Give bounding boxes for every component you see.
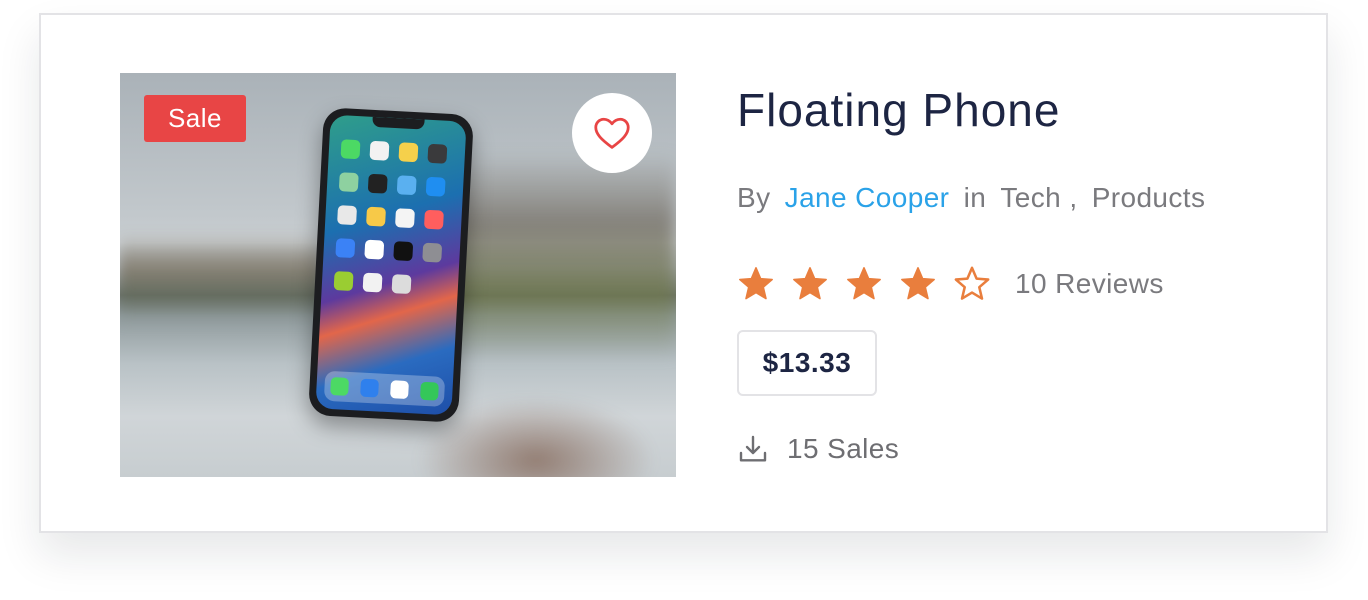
star-rating bbox=[737, 265, 991, 303]
app-icon bbox=[390, 380, 409, 400]
app-icon bbox=[419, 381, 439, 401]
app-icon bbox=[366, 206, 386, 227]
app-icon bbox=[427, 143, 448, 164]
app-icon bbox=[340, 139, 361, 160]
category-link-tech[interactable]: Tech bbox=[1000, 182, 1061, 213]
category-separator: , bbox=[1069, 182, 1078, 213]
phone-screen bbox=[315, 114, 467, 416]
phone-photo bbox=[308, 107, 474, 423]
star-empty-icon bbox=[954, 266, 990, 300]
heart-icon bbox=[594, 117, 630, 149]
app-icon bbox=[425, 176, 446, 197]
star-filled-icon bbox=[793, 267, 827, 300]
reviews-count[interactable]: 10 Reviews bbox=[1015, 268, 1164, 300]
price-tag: $13.33 bbox=[737, 330, 877, 396]
app-icon bbox=[364, 239, 385, 260]
app-icon bbox=[362, 272, 383, 293]
download-icon bbox=[739, 435, 767, 462]
phone-dock bbox=[323, 370, 446, 407]
app-icon bbox=[330, 377, 350, 396]
app-icon bbox=[394, 208, 415, 229]
star-filled-icon bbox=[901, 267, 935, 300]
category-link-products[interactable]: Products bbox=[1092, 182, 1206, 213]
background-shore-left bbox=[120, 233, 320, 323]
app-icon bbox=[338, 172, 359, 193]
app-icon bbox=[335, 238, 356, 259]
app-icon bbox=[393, 241, 414, 262]
star-filled-icon bbox=[847, 267, 881, 300]
rating: 10 Reviews bbox=[737, 265, 1164, 303]
sale-badge: Sale bbox=[144, 95, 246, 142]
app-icon bbox=[367, 173, 388, 194]
app-icon bbox=[422, 242, 443, 263]
sales-label: 15 Sales bbox=[787, 433, 900, 464]
app-grid bbox=[333, 139, 448, 295]
star-filled-icon bbox=[739, 267, 773, 300]
app-icon bbox=[337, 205, 358, 226]
phone-notch bbox=[372, 116, 425, 130]
author-link[interactable]: Jane Cooper bbox=[785, 182, 950, 213]
app-icon bbox=[369, 140, 390, 161]
product-image[interactable]: Sale bbox=[120, 73, 676, 477]
product-meta: By Jane Cooper in Tech , Products bbox=[737, 182, 1205, 214]
in-label: in bbox=[963, 182, 987, 213]
by-label: By bbox=[737, 182, 771, 213]
sales-count: 15 Sales bbox=[737, 433, 899, 465]
wishlist-button[interactable] bbox=[572, 93, 652, 173]
app-icon bbox=[398, 142, 419, 163]
product-card: Sale Floating Phone By Jane Cooper in Te… bbox=[39, 13, 1328, 533]
app-icon bbox=[333, 271, 354, 292]
app-icon bbox=[396, 175, 417, 196]
product-title: Floating Phone bbox=[737, 84, 1061, 136]
app-icon bbox=[423, 209, 444, 230]
app-icon bbox=[360, 378, 379, 398]
app-icon bbox=[391, 274, 412, 295]
